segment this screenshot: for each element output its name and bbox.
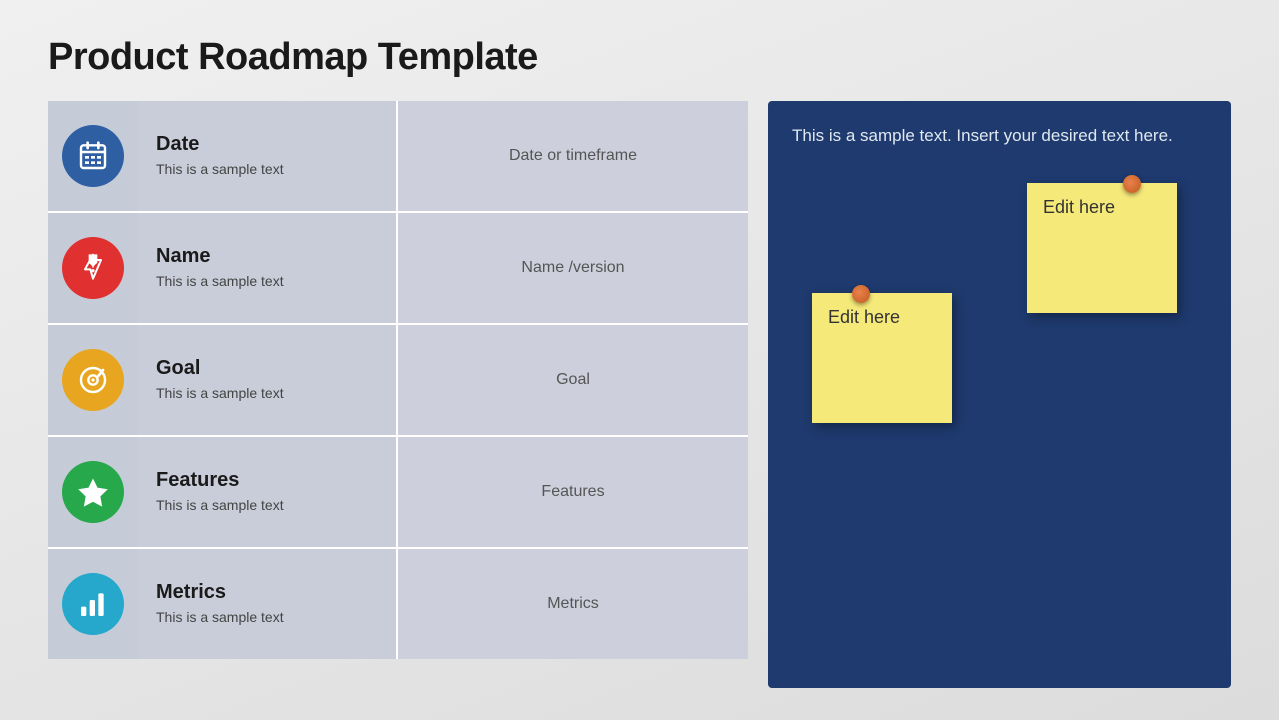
row-value-date: Date or timeframe (509, 147, 637, 165)
page-title: Product Roadmap Template (48, 36, 1231, 79)
label-cell-features: Features This is a sample text (138, 437, 398, 547)
label-cell-name: Name This is a sample text (138, 213, 398, 323)
icon-cell-goal (48, 325, 138, 435)
roadmap-table: Date This is a sample text Date or timef… (48, 101, 748, 688)
row-label-date: Date (156, 133, 378, 156)
icon-cell-metrics (48, 549, 138, 659)
chart-icon (62, 573, 124, 635)
sticky-note-1[interactable]: Edit here (1027, 183, 1177, 313)
icon-cell-features (48, 437, 138, 547)
icon-cell-date (48, 101, 138, 211)
row-sublabel-name: This is a sample text (156, 272, 378, 292)
row-label-features: Features (156, 469, 378, 492)
row-sublabel-features: This is a sample text (156, 496, 378, 516)
target-icon (62, 349, 124, 411)
value-cell-date[interactable]: Date or timeframe (398, 101, 748, 211)
panel-intro-text: This is a sample text. Insert your desir… (792, 123, 1207, 149)
value-cell-name[interactable]: Name /version (398, 213, 748, 323)
content-area: Date This is a sample text Date or timef… (48, 101, 1231, 688)
row-label-name: Name (156, 245, 378, 268)
row-label-metrics: Metrics (156, 581, 378, 604)
sticky-note-2-text: Edit here (828, 307, 900, 328)
slide: Product Roadmap Template Date This is a … (0, 0, 1279, 720)
table-row-goal: Goal This is a sample text Goal (48, 325, 748, 437)
star-icon (62, 461, 124, 523)
row-sublabel-goal: This is a sample text (156, 384, 378, 404)
row-sublabel-date: This is a sample text (156, 160, 378, 180)
right-panel[interactable]: This is a sample text. Insert your desir… (768, 101, 1231, 688)
table-row-date: Date This is a sample text Date or timef… (48, 101, 748, 213)
row-sublabel-metrics: This is a sample text (156, 608, 378, 628)
row-label-goal: Goal (156, 357, 378, 380)
row-value-features: Features (541, 483, 604, 501)
calendar-icon (62, 125, 124, 187)
value-cell-features[interactable]: Features (398, 437, 748, 547)
sticky-note-1-text: Edit here (1043, 197, 1115, 218)
row-value-metrics: Metrics (547, 595, 599, 613)
sticky-note-2[interactable]: Edit here (812, 293, 952, 423)
table-row-metrics: Metrics This is a sample text Metrics (48, 549, 748, 659)
value-cell-goal[interactable]: Goal (398, 325, 748, 435)
label-cell-date: Date This is a sample text (138, 101, 398, 211)
row-value-name: Name /version (521, 259, 624, 277)
icon-cell-name (48, 213, 138, 323)
sticky-notes-area: Edit here Edit here (792, 173, 1207, 671)
table-row-features: Features This is a sample text Features (48, 437, 748, 549)
table-row-name: Name This is a sample text Name /version (48, 213, 748, 325)
label-cell-metrics: Metrics This is a sample text (138, 549, 398, 659)
value-cell-metrics[interactable]: Metrics (398, 549, 748, 659)
tag-icon (62, 237, 124, 299)
label-cell-goal: Goal This is a sample text (138, 325, 398, 435)
row-value-goal: Goal (556, 371, 590, 389)
